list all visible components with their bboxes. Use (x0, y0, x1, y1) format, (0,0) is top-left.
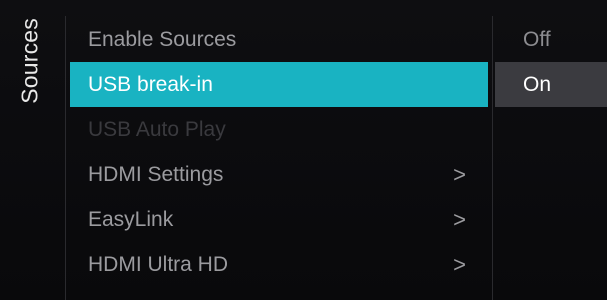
option-label: Off (523, 28, 551, 51)
menu-item-enable-sources[interactable]: Enable Sources (70, 17, 488, 62)
option-label: On (523, 73, 552, 96)
option-on[interactable]: On (495, 62, 607, 107)
menu-item-hdmi-ultra-hd[interactable]: HDMI Ultra HD > (70, 242, 488, 287)
chevron-right-icon: > (453, 162, 466, 187)
menu-item-hdmi-settings[interactable]: HDMI Settings > (70, 152, 488, 197)
settings-menu: Enable Sources USB break-in USB Auto Pla… (70, 17, 488, 287)
menu-item-label: HDMI Ultra HD (88, 253, 228, 276)
options-list: Off On (495, 17, 607, 107)
option-off[interactable]: Off (495, 17, 607, 62)
divider-left (65, 16, 66, 300)
tv-settings-screen: Sources Enable Sources USB break-in USB … (0, 0, 607, 300)
menu-item-label: EasyLink (88, 208, 174, 231)
menu-item-label: USB break-in (88, 73, 213, 96)
menu-item-easylink[interactable]: EasyLink > (70, 197, 488, 242)
menu-item-label: Enable Sources (88, 28, 237, 51)
menu-item-usb-auto-play: USB Auto Play (70, 107, 488, 152)
menu-item-label: HDMI Settings (88, 163, 224, 186)
menu-item-label: USB Auto Play (88, 118, 226, 141)
chevron-right-icon: > (453, 207, 466, 232)
sidebar-title: Sources (16, 18, 43, 104)
menu-item-usb-break-in[interactable]: USB break-in (70, 62, 488, 107)
chevron-right-icon: > (453, 252, 466, 277)
divider-right (492, 16, 493, 300)
sidebar: Sources (0, 0, 60, 300)
